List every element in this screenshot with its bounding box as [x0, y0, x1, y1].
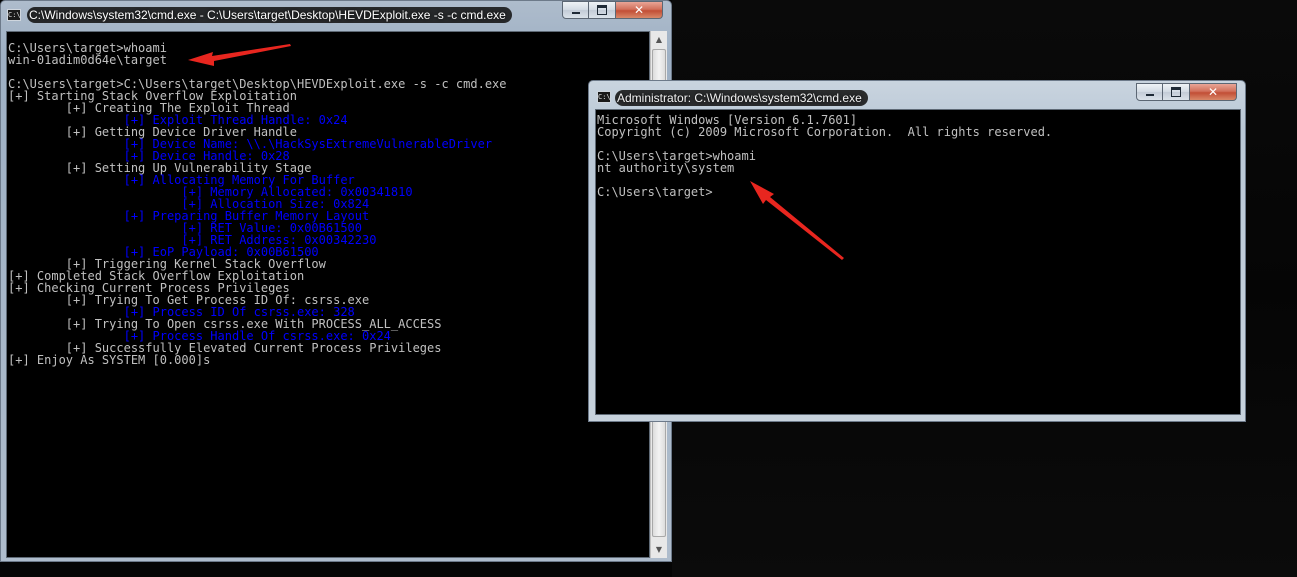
desktop-background-bottom [0, 560, 672, 577]
cmd-window-admin[interactable]: C:\ Administrator: C:\Windows\system32\c… [588, 80, 1246, 422]
minimize-button[interactable] [1136, 83, 1163, 101]
console-output[interactable]: Microsoft Windows [Version 6.1.7601] Copy… [595, 109, 1241, 415]
minimize-icon [1145, 94, 1154, 96]
minimize-icon [571, 12, 580, 14]
minimize-button[interactable] [562, 1, 589, 19]
close-icon: ✕ [633, 3, 645, 17]
console-line: Copyright (c) 2009 Microsoft Corporation… [597, 125, 1053, 139]
window-title: C:\Windows\system32\cmd.exe - C:\Users\t… [27, 7, 512, 23]
cmd-window-exploit[interactable]: C:\ C:\Windows\system32\cmd.exe - C:\Use… [0, 0, 672, 562]
window-title: Administrator: C:\Windows\system32\cmd.e… [615, 90, 868, 106]
title-bar[interactable]: C:\ C:\Windows\system32\cmd.exe - C:\Use… [1, 1, 671, 31]
close-button[interactable]: ✕ [1190, 83, 1237, 101]
console-output[interactable]: C:\Users\target>whoami win-01adim0d64e\ta… [6, 31, 650, 558]
cmd-icon[interactable]: C:\ [7, 9, 21, 21]
window-controls: ✕ [562, 1, 663, 19]
window-controls: ✕ [1136, 83, 1237, 101]
console-line: C:\Users\target> [597, 185, 713, 199]
scroll-up-icon[interactable]: ▲ [651, 31, 667, 48]
console-line: nt authority\system [597, 161, 735, 175]
scroll-down-icon[interactable]: ▼ [651, 541, 667, 558]
cmd-icon[interactable]: C:\ [597, 91, 611, 103]
maximize-button[interactable] [589, 1, 616, 19]
console-line: win-01adim0d64e\target [8, 53, 167, 67]
title-bar[interactable]: C:\ Administrator: C:\Windows\system32\c… [589, 81, 1245, 109]
console-line: [+] Enjoy As SYSTEM [0.000]s [8, 353, 211, 367]
maximize-button[interactable] [1163, 83, 1190, 101]
close-button[interactable]: ✕ [616, 1, 663, 19]
close-icon: ✕ [1207, 85, 1219, 99]
maximize-icon [1171, 87, 1181, 97]
maximize-icon [597, 5, 607, 15]
